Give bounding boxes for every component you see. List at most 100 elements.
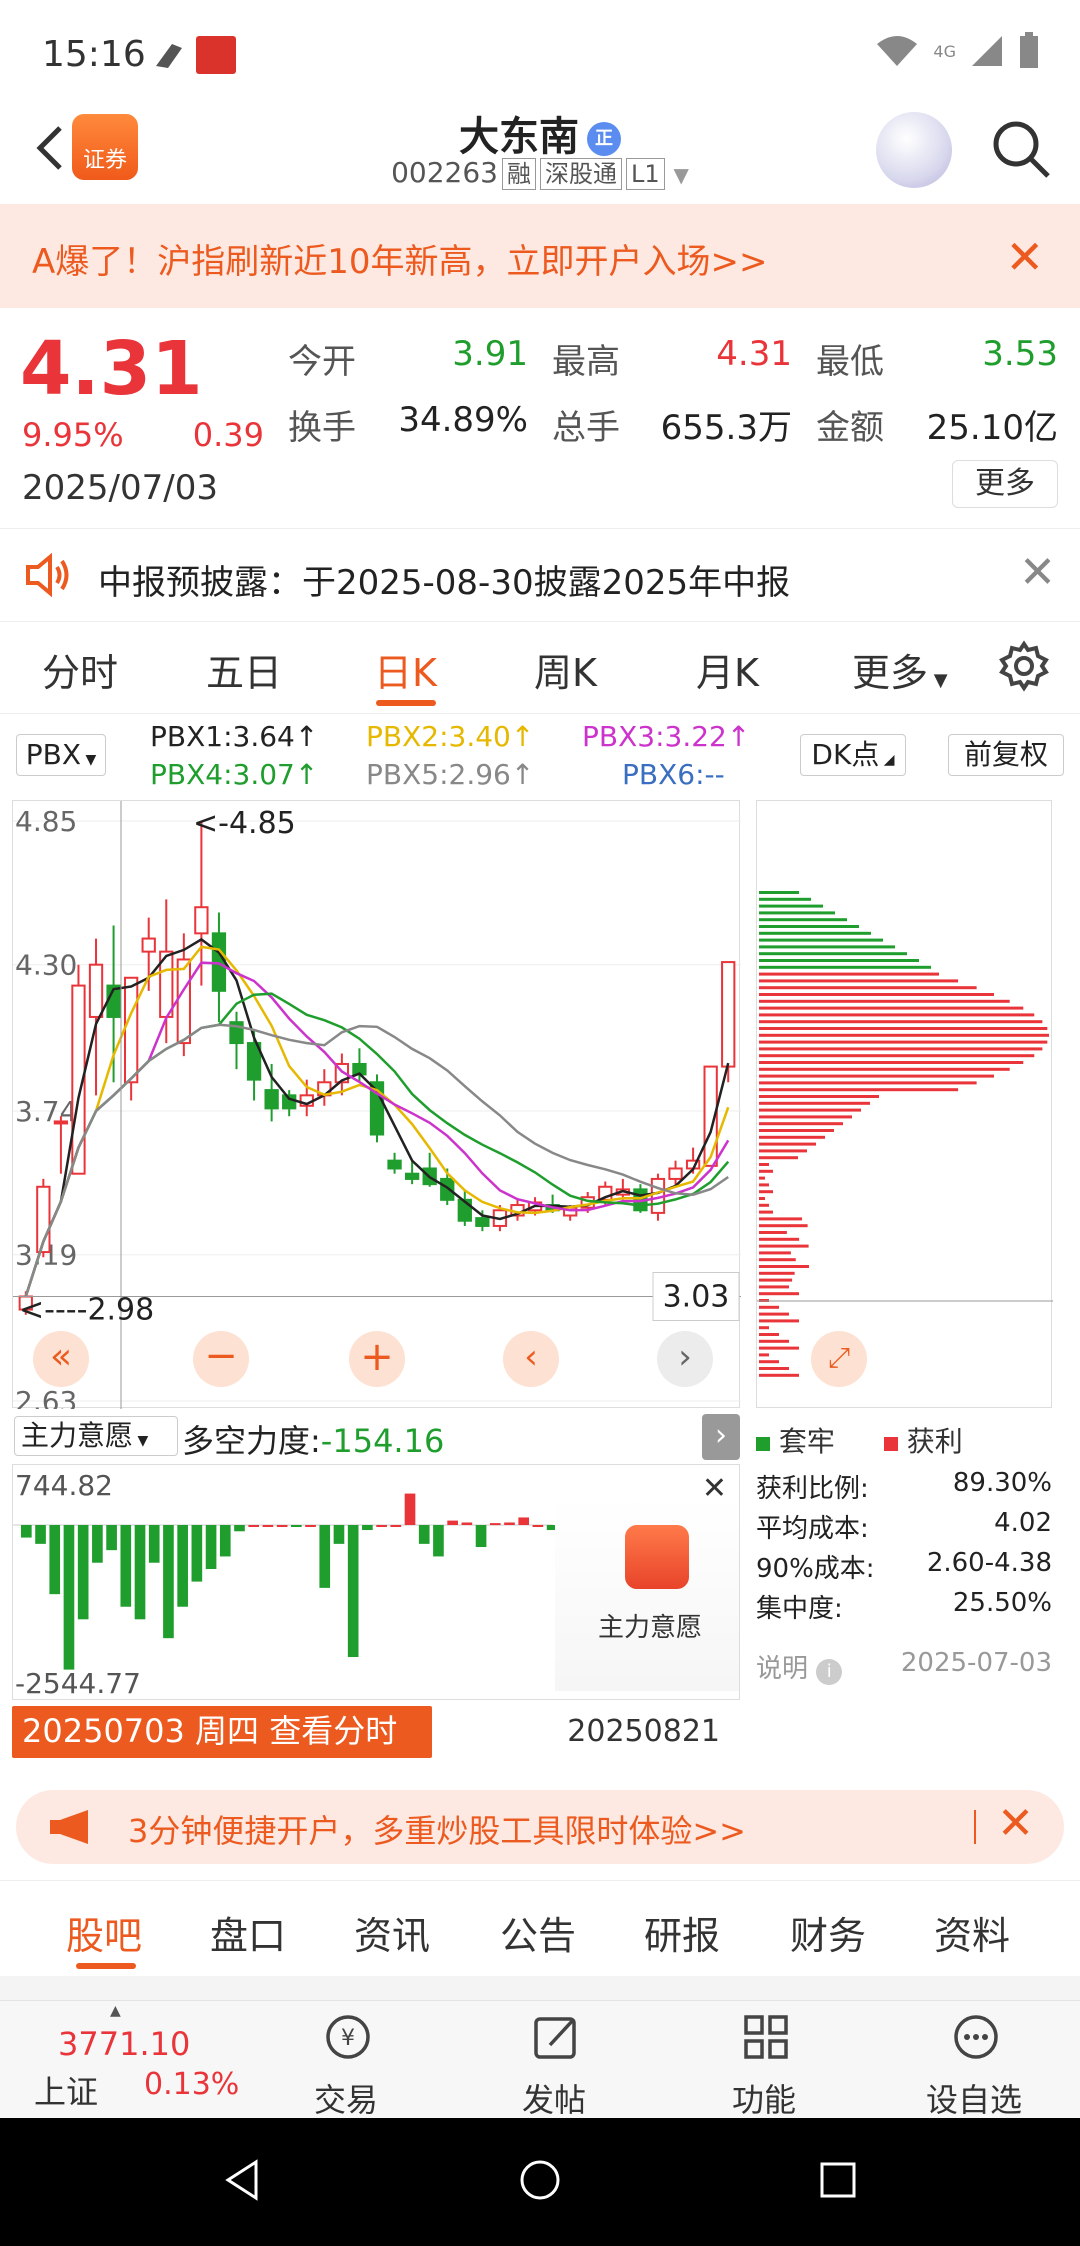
zoom-in-icon[interactable]: + bbox=[349, 1331, 405, 1387]
dk-point-selector[interactable]: DK点 ◢ bbox=[800, 734, 906, 776]
promo-banner-top[interactable]: A爆了！沪指刷新近10年新高，立即开户入场>> ✕ bbox=[0, 204, 1080, 308]
main-force-bar bbox=[120, 1525, 132, 1607]
tab-monthly-k[interactable]: 月K bbox=[696, 642, 759, 697]
tab-weekly-k[interactable]: 周K bbox=[534, 642, 597, 697]
low-value: 3.53 bbox=[982, 334, 1058, 374]
chip-bar bbox=[759, 1271, 795, 1275]
zoom-out-icon[interactable]: − bbox=[193, 1331, 249, 1387]
robot-assistant-icon[interactable] bbox=[876, 112, 952, 188]
close-icon[interactable]: ✕ bbox=[1005, 230, 1044, 284]
tab-more[interactable]: 更多 ▼ bbox=[852, 642, 948, 697]
dk-point-label: DK点 bbox=[811, 738, 880, 771]
main-force-chart[interactable]: 744.82 -2544.77 主力意愿 ✕ bbox=[12, 1464, 740, 1700]
tab-five-day[interactable]: 五日 bbox=[206, 642, 282, 697]
trade-icon: ¥ bbox=[322, 2011, 374, 2067]
chip-distribution[interactable]: ⤢ bbox=[756, 800, 1053, 1408]
kline-chart[interactable]: 4.85 4.30 3.74 3.19 2.63 3.03 <-4.85 <----2.98 … bbox=[12, 800, 741, 1418]
prev-icon[interactable]: ‹ bbox=[503, 1331, 559, 1387]
main-force-bar bbox=[347, 1525, 359, 1658]
ma-legend: PBX ▼ PBX1:3.64↑ PBX2:3.40↑ PBX3:3.22↑ P… bbox=[0, 714, 1080, 804]
chip-bar bbox=[759, 1061, 1024, 1064]
main-force-bar bbox=[319, 1525, 331, 1588]
legend-profit-swatch bbox=[883, 1437, 898, 1451]
connect-tag: 深股通 bbox=[539, 158, 622, 190]
chip-bar bbox=[759, 1101, 870, 1105]
next-icon[interactable]: › bbox=[657, 1331, 713, 1387]
chip-bar bbox=[759, 1183, 769, 1187]
app-badge-icon bbox=[196, 36, 236, 74]
tab-daily-k[interactable]: 日K bbox=[374, 642, 437, 697]
search-icon[interactable] bbox=[988, 116, 1054, 182]
dropdown-icon: ▼ bbox=[81, 752, 97, 768]
dropdown-icon[interactable]: ▼ bbox=[674, 163, 689, 187]
main-force-label: 主力意愿 bbox=[597, 1613, 702, 1643]
divider bbox=[974, 1810, 976, 1844]
more-button[interactable]: 更多 bbox=[952, 460, 1058, 508]
tab-announcements[interactable]: 公告 bbox=[500, 1905, 576, 1960]
stat-value: 25.50% bbox=[952, 1588, 1052, 1618]
edit-icon bbox=[530, 2011, 582, 2067]
stat-label: 获利比例: bbox=[756, 1474, 869, 1504]
open-label: 今开 bbox=[288, 342, 356, 382]
promo-banner-bottom[interactable]: 3分钟便捷开户，多重炒股工具限时体验>> ✕ bbox=[16, 1790, 1064, 1864]
stat-value: 2.60-4.38 bbox=[926, 1548, 1052, 1578]
tab-news[interactable]: 资讯 bbox=[354, 1905, 430, 1960]
main-force-bar bbox=[205, 1525, 217, 1570]
chip-bar bbox=[759, 1312, 789, 1316]
turnover-value: 34.89% bbox=[398, 400, 528, 440]
chip-bar bbox=[759, 1156, 798, 1160]
nav-back-icon[interactable] bbox=[220, 2158, 264, 2206]
explain-label: 说明 bbox=[756, 1654, 809, 1684]
nav-recents-icon[interactable] bbox=[816, 2158, 860, 2206]
notice-text[interactable]: 中报预披露：于2025-08-30披露2025年中报 bbox=[98, 555, 790, 604]
sub-indicator-selector[interactable]: 主力意愿 ▼ bbox=[14, 1416, 178, 1456]
next-indicator-icon[interactable]: › bbox=[702, 1414, 740, 1460]
open-value: 3.91 bbox=[452, 334, 528, 374]
chip-bar bbox=[759, 1190, 773, 1194]
indicator-selector[interactable]: PBX ▼ bbox=[16, 734, 106, 776]
tab-forum[interactable]: 股吧 bbox=[66, 1905, 142, 1960]
main-force-bar bbox=[234, 1525, 245, 1532]
chip-bar bbox=[759, 1027, 1048, 1030]
indicator-value: -154.16 bbox=[320, 1422, 445, 1460]
main-force-bar bbox=[35, 1525, 46, 1544]
close-icon[interactable]: ✕ bbox=[1019, 547, 1056, 598]
system-nav-bar bbox=[0, 2118, 1080, 2246]
explain-link[interactable]: 说明 i bbox=[756, 1648, 843, 1685]
chip-bar bbox=[759, 1305, 779, 1309]
status-bar: 15:16 4G bbox=[0, 0, 1080, 110]
title-badge: 正 bbox=[587, 122, 621, 156]
gear-icon[interactable] bbox=[998, 640, 1050, 696]
promo-text[interactable]: A爆了！沪指刷新近10年新高，立即开户入场>> bbox=[32, 234, 768, 283]
expand-icon[interactable]: ⤢ bbox=[811, 1331, 867, 1387]
index-value: 3771.10 bbox=[58, 2025, 191, 2063]
tab-orderbook[interactable]: 盘口 bbox=[210, 1905, 286, 1960]
promo-bottom-text[interactable]: 3分钟便捷开户，多重炒股工具限时体验>> bbox=[128, 1806, 746, 1852]
main-force-bar bbox=[447, 1520, 458, 1525]
chip-bar bbox=[759, 904, 823, 908]
notice-bar[interactable]: 中报预披露：于2025-08-30披露2025年中报 ✕ bbox=[0, 528, 1080, 622]
indicator-value-text: 多空力度:-154.16 bbox=[182, 1416, 444, 1462]
close-icon[interactable]: ✕ bbox=[702, 1471, 727, 1506]
view-intraday-button[interactable]: 20250703 周四 查看分时 > bbox=[12, 1706, 432, 1800]
main-force-bar bbox=[177, 1525, 188, 1607]
tab-research[interactable]: 研报 bbox=[644, 1905, 720, 1960]
main-force-bar bbox=[134, 1525, 146, 1620]
main-force-bar bbox=[433, 1525, 444, 1557]
chip-bar bbox=[759, 1122, 843, 1126]
tab-intraday[interactable]: 分时 bbox=[42, 642, 118, 697]
close-icon[interactable]: ✕ bbox=[997, 1798, 1034, 1849]
legend-trapped-swatch bbox=[756, 1437, 770, 1451]
nav-home-icon[interactable] bbox=[518, 2158, 562, 2206]
chip-bar bbox=[759, 897, 811, 901]
adjust-selector[interactable]: 前复权 bbox=[948, 734, 1064, 776]
main-force-bar bbox=[148, 1525, 160, 1563]
indicator-row: 主力意愿 ▼ 多空力度:-154.16 › bbox=[12, 1408, 740, 1464]
stock-header: 证券 大东南正 002263 融深股通 L1 ▼ bbox=[0, 96, 1080, 206]
main-force-bar bbox=[163, 1525, 174, 1639]
tab-profile[interactable]: 资料 bbox=[934, 1905, 1010, 1960]
chip-bar bbox=[759, 1047, 1043, 1051]
scroll-left-icon[interactable]: « bbox=[33, 1331, 89, 1387]
tab-finance[interactable]: 财务 bbox=[790, 1905, 866, 1960]
main-force-overlay[interactable]: 主力意愿 bbox=[555, 1495, 739, 1691]
